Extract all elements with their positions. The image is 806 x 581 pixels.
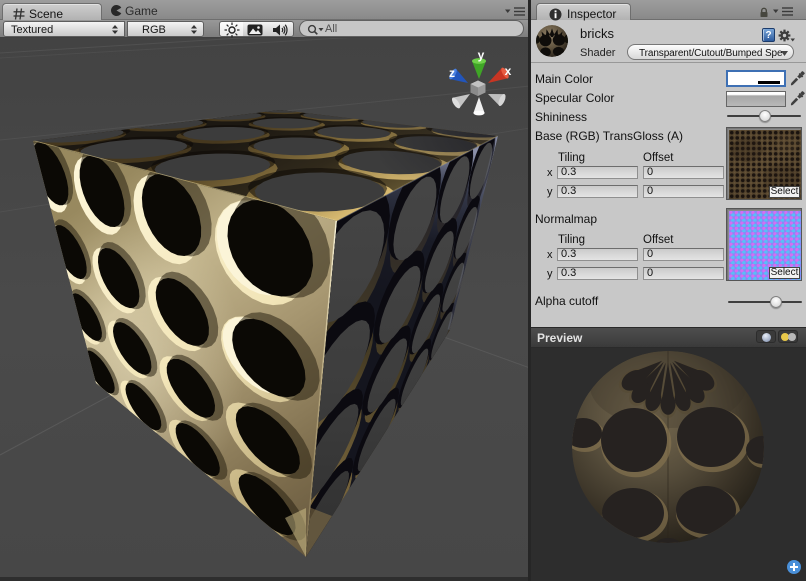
svg-text:z: z <box>449 66 455 80</box>
svg-text:y: y <box>478 48 485 62</box>
svg-text:x: x <box>505 64 512 78</box>
